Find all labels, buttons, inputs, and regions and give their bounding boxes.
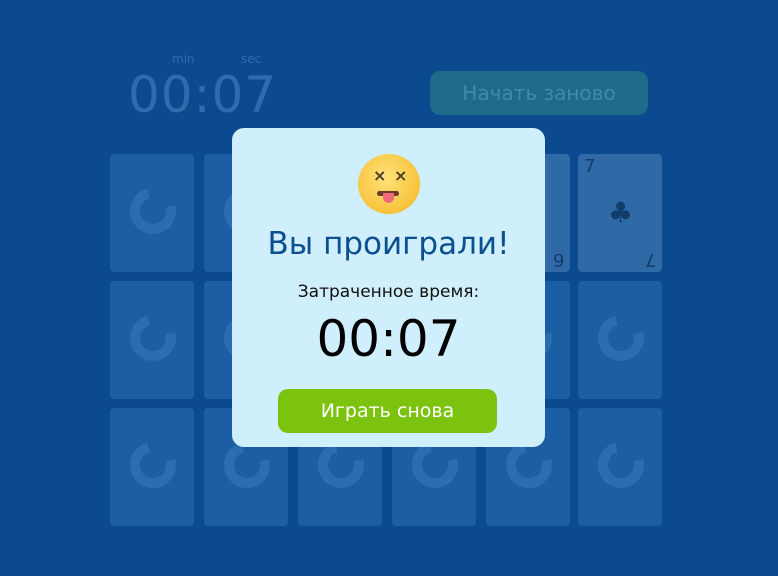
timer-min-label: min — [172, 52, 195, 66]
card-back-icon — [589, 306, 653, 370]
card-back-icon — [121, 306, 185, 370]
game-over-modal: × × Вы проиграли! Затраченное время: 00:… — [232, 128, 545, 447]
elapsed-time-value: 00:07 — [316, 310, 461, 368]
elapsed-time-label: Затраченное время: — [297, 282, 480, 302]
club-suit-icon: ♣ — [608, 196, 634, 229]
card-rank: 7 — [644, 249, 656, 270]
card[interactable] — [578, 408, 662, 526]
card-back-icon — [121, 433, 185, 497]
card-back-icon — [121, 179, 185, 243]
card[interactable] — [110, 154, 194, 272]
game-board: min sec 00:07 Начать заново 6 7 ♣ 7 × × … — [0, 0, 778, 576]
restart-button[interactable]: Начать заново — [430, 71, 648, 115]
play-again-button[interactable]: Играть снова — [278, 389, 497, 433]
card[interactable] — [110, 408, 194, 526]
card-back-icon — [589, 433, 653, 497]
card-rank: 7 — [584, 156, 596, 177]
card[interactable] — [110, 281, 194, 399]
card-face-up-seven-clubs[interactable]: 7 ♣ 7 — [578, 154, 662, 272]
modal-title: Вы проиграли! — [267, 226, 510, 262]
timer-sec-label: sec — [241, 52, 262, 66]
timer-display: 00:07 — [128, 66, 278, 124]
card-rank: 6 — [552, 249, 564, 270]
card[interactable] — [578, 281, 662, 399]
dizzy-face-icon: × × — [358, 154, 420, 214]
